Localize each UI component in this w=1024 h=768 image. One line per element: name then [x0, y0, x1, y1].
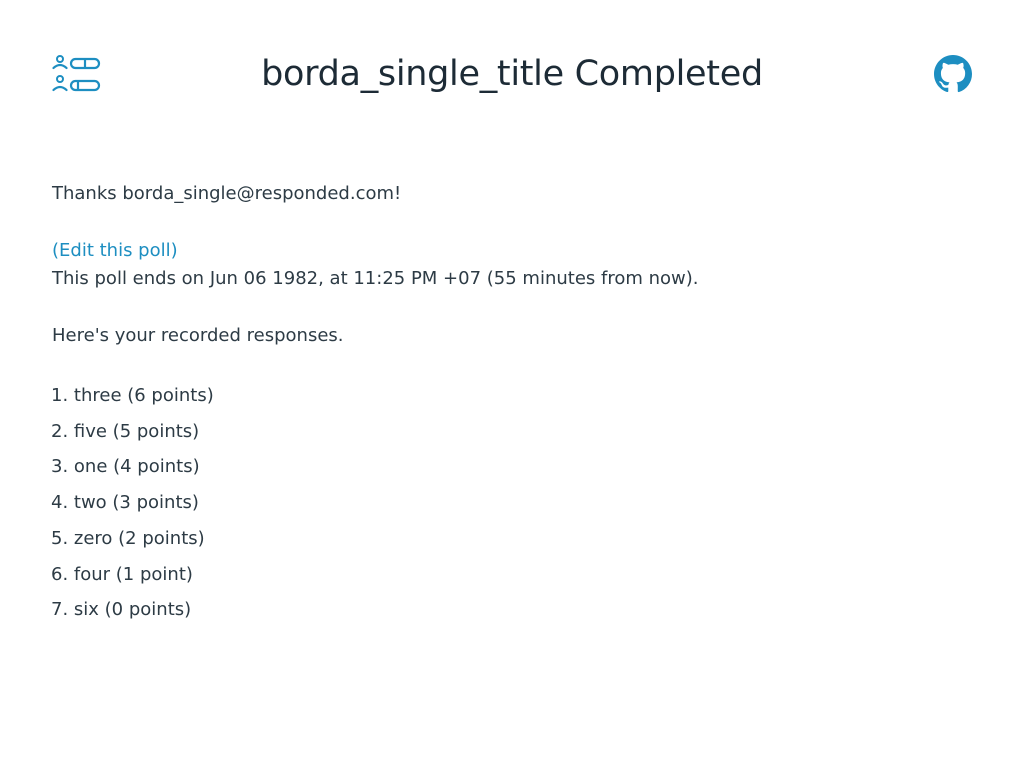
response-item: 4. two (3 points): [51, 492, 199, 514]
page-title: borda_single_title Completed: [261, 54, 763, 94]
response-item: 1. three (6 points): [51, 385, 214, 406]
poll-end-time: This poll ends on Jun 06 1982, at 11:25 …: [52, 268, 699, 289]
responses-list: 1. three (6 points) 2. five (5 points) 3…: [51, 378, 952, 628]
recorded-responses-heading: Here's your recorded responses.: [52, 325, 344, 346]
poll-completed-content: Thanks borda_single@responded.com! (Edit…: [51, 180, 952, 628]
response-item: 2. five (5 points): [51, 420, 200, 442]
thanks-message: Thanks borda_single@responded.com!: [52, 183, 402, 204]
response-item: 3. one (4 points): [51, 456, 200, 478]
page: borda_single_title Completed Thanks bord…: [0, 0, 1024, 768]
response-item: 6. four (1 point): [51, 563, 193, 585]
response-item: 7. six (0 points): [51, 599, 192, 621]
edit-poll-link[interactable]: (Edit this poll): [52, 237, 178, 265]
response-item: 5. zero (2 points): [51, 527, 205, 549]
github-icon[interactable]: [934, 55, 972, 93]
header: borda_single_title Completed: [0, 0, 1024, 150]
